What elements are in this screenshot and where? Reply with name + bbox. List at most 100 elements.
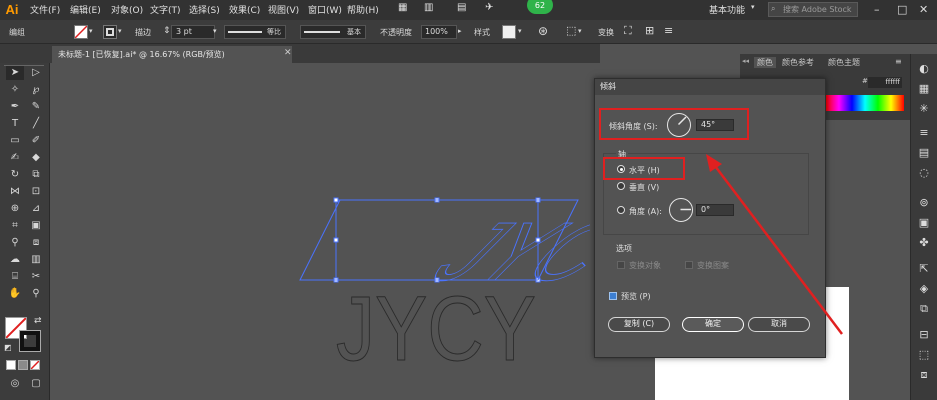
menu-type[interactable]: 文字(T) (150, 3, 181, 16)
stroke-weight-field[interactable]: 3 pt (171, 25, 215, 39)
brush-select[interactable]: 基本 (300, 25, 366, 39)
menu-select[interactable]: 选择(S) (189, 3, 220, 16)
arrange-icon[interactable]: ▥ (424, 2, 433, 13)
menu-effect[interactable]: 效果(C) (229, 3, 260, 16)
mesh-icon[interactable]: ⌗ (6, 219, 24, 233)
axis-angle-dial[interactable] (669, 198, 693, 222)
zoom-tool-icon[interactable]: ⚲ (27, 287, 45, 301)
tab-color[interactable]: 颜色 (754, 57, 776, 68)
transform-link[interactable]: 变换 (598, 27, 614, 38)
graphic-style-swatch[interactable] (502, 25, 516, 39)
swap-colors-icon[interactable]: ⇄ (34, 316, 42, 326)
color-panel-icon[interactable]: ◐ (916, 62, 932, 76)
artwork-group[interactable]: JYCY JYCY (290, 190, 590, 370)
none-mode-icon[interactable] (30, 360, 40, 370)
dialog-titlebar[interactable] (595, 79, 825, 95)
menu-view[interactable]: 视图(V) (268, 3, 299, 16)
magic-wand-icon[interactable]: ✧ (6, 83, 24, 97)
width-tool-icon[interactable]: ⋈ (6, 185, 24, 199)
blend-icon[interactable]: ⧈ (27, 236, 45, 250)
workspace-switcher[interactable]: 基本功能 (709, 3, 745, 16)
axis-vertical-label[interactable]: 垂直 (V) (629, 182, 659, 193)
rectangle-tool-icon[interactable]: ▭ (6, 134, 24, 148)
chevron-down-icon[interactable]: ▾ (578, 27, 582, 35)
tab-color-themes[interactable]: 颜色主题 (828, 57, 860, 68)
bridge-icon[interactable]: ▦ (398, 2, 407, 13)
symbols-icon[interactable]: ✤ (916, 236, 932, 250)
recolor-icon[interactable]: ⊛ (538, 24, 548, 38)
opacity-field[interactable]: 100% (421, 25, 457, 39)
symbol-sprayer-icon[interactable]: ☁ (6, 253, 24, 267)
search-input[interactable]: 搜索 Adobe Stock (768, 2, 858, 17)
screen-mode-icon[interactable]: ▢ (27, 377, 45, 391)
close-icon[interactable]: ✕ (284, 48, 292, 58)
tab-color-guide[interactable]: 颜色参考 (782, 57, 814, 68)
stepper-icon[interactable]: ⇕ (163, 26, 171, 36)
curvature-icon[interactable]: ✎ (27, 100, 45, 114)
transparency-icon[interactable]: ◌ (916, 166, 932, 180)
fill-swatch[interactable] (74, 25, 88, 39)
layers-icon[interactable]: ◈ (916, 282, 932, 296)
chevron-down-icon[interactable]: ▾ (118, 27, 122, 35)
copy-button[interactable]: 复制 (C) (608, 317, 670, 332)
minimize-icon[interactable]: – (874, 3, 880, 16)
close-icon[interactable]: ✕ (919, 3, 928, 16)
axis-vertical-radio[interactable] (617, 182, 625, 190)
align-panel-icon[interactable]: ⊟ (916, 328, 932, 342)
axis-angle-radio[interactable] (617, 206, 625, 214)
pathfinder-icon[interactable]: ⧈ (916, 368, 932, 382)
align-icon[interactable]: ⬚ (566, 24, 576, 37)
shaper-icon[interactable]: ✍ (6, 151, 24, 165)
graphic-styles-icon[interactable]: ▣ (916, 216, 932, 230)
group-icon[interactable]: ⊞ (645, 24, 654, 37)
hand-tool-icon[interactable]: ✋ (6, 287, 24, 301)
appearance-icon[interactable]: ⊚ (916, 196, 932, 210)
default-colors-icon[interactable]: ◩ (4, 343, 12, 352)
rotate-icon[interactable]: ↻ (6, 168, 24, 182)
stroke-profile-select[interactable]: 等比 (224, 25, 286, 39)
eyedropper-icon[interactable]: ⚲ (6, 236, 24, 250)
chevron-down-icon[interactable]: ▾ (751, 3, 755, 11)
column-graph-icon[interactable]: ▥ (27, 253, 45, 267)
pen-icon[interactable]: ✒ (6, 100, 24, 114)
axis-angle-label[interactable]: 角度 (A): (629, 206, 662, 217)
isolate-icon[interactable]: ⛶ (624, 24, 632, 38)
brushes-icon[interactable]: ✳ (916, 102, 932, 116)
type-tool-icon[interactable]: T (6, 117, 24, 131)
stroke-swatch[interactable] (103, 25, 117, 39)
selection-tool-icon[interactable]: ➤ (6, 66, 24, 80)
draw-mode-icon[interactable]: ◎ (6, 377, 24, 391)
line-tool-icon[interactable]: ╱ (27, 117, 45, 131)
transform-patterns-checkbox[interactable] (685, 261, 693, 269)
chevron-down-icon[interactable]: ▾ (89, 27, 93, 35)
hex-field[interactable]: ffffff (868, 77, 902, 88)
lasso-icon[interactable]: ℘ (27, 83, 45, 97)
preview-label[interactable]: 预览 (P) (621, 291, 651, 302)
artboards-icon[interactable]: ⧉ (916, 302, 932, 316)
gradient-mode-icon[interactable] (18, 360, 28, 370)
direct-selection-icon[interactable]: ▷ (27, 66, 45, 80)
chevron-down-icon[interactable]: ▾ (213, 27, 217, 35)
artboard-tool-icon[interactable]: ⌸ (6, 270, 24, 284)
transform-objects-checkbox[interactable] (617, 261, 625, 269)
preview-checkbox[interactable] (609, 292, 617, 300)
stroke-color-swatch[interactable] (19, 330, 41, 352)
panel-menu-icon[interactable]: ≡ (664, 24, 673, 37)
free-transform-icon[interactable]: ⊡ (27, 185, 45, 199)
scale-icon[interactable]: ⧉ (27, 168, 45, 182)
swatches-icon[interactable]: ▦ (916, 82, 932, 96)
chevron-right-icon[interactable]: ▸ (458, 27, 462, 35)
menu-help[interactable]: 帮助(H) (347, 3, 379, 16)
perspective-grid-icon[interactable]: ⊿ (27, 202, 45, 216)
notification-badge[interactable]: 62 (527, 0, 553, 14)
document-tab[interactable]: 未标题-1 [已恢复].ai* @ 16.67% (RGB/预览) (52, 46, 292, 63)
color-spectrum[interactable] (826, 95, 904, 111)
gradient-panel-icon[interactable]: ▤ (916, 146, 932, 160)
document-arrange-icon[interactable]: ▤ (457, 2, 466, 13)
menu-edit[interactable]: 编辑(E) (70, 3, 101, 16)
color-mode-icon[interactable] (6, 360, 16, 370)
menu-file[interactable]: 文件(F) (30, 3, 60, 16)
slice-tool-icon[interactable]: ✂ (27, 270, 45, 284)
asset-export-icon[interactable]: ⇱ (916, 262, 932, 276)
gradient-icon[interactable]: ▣ (27, 219, 45, 233)
